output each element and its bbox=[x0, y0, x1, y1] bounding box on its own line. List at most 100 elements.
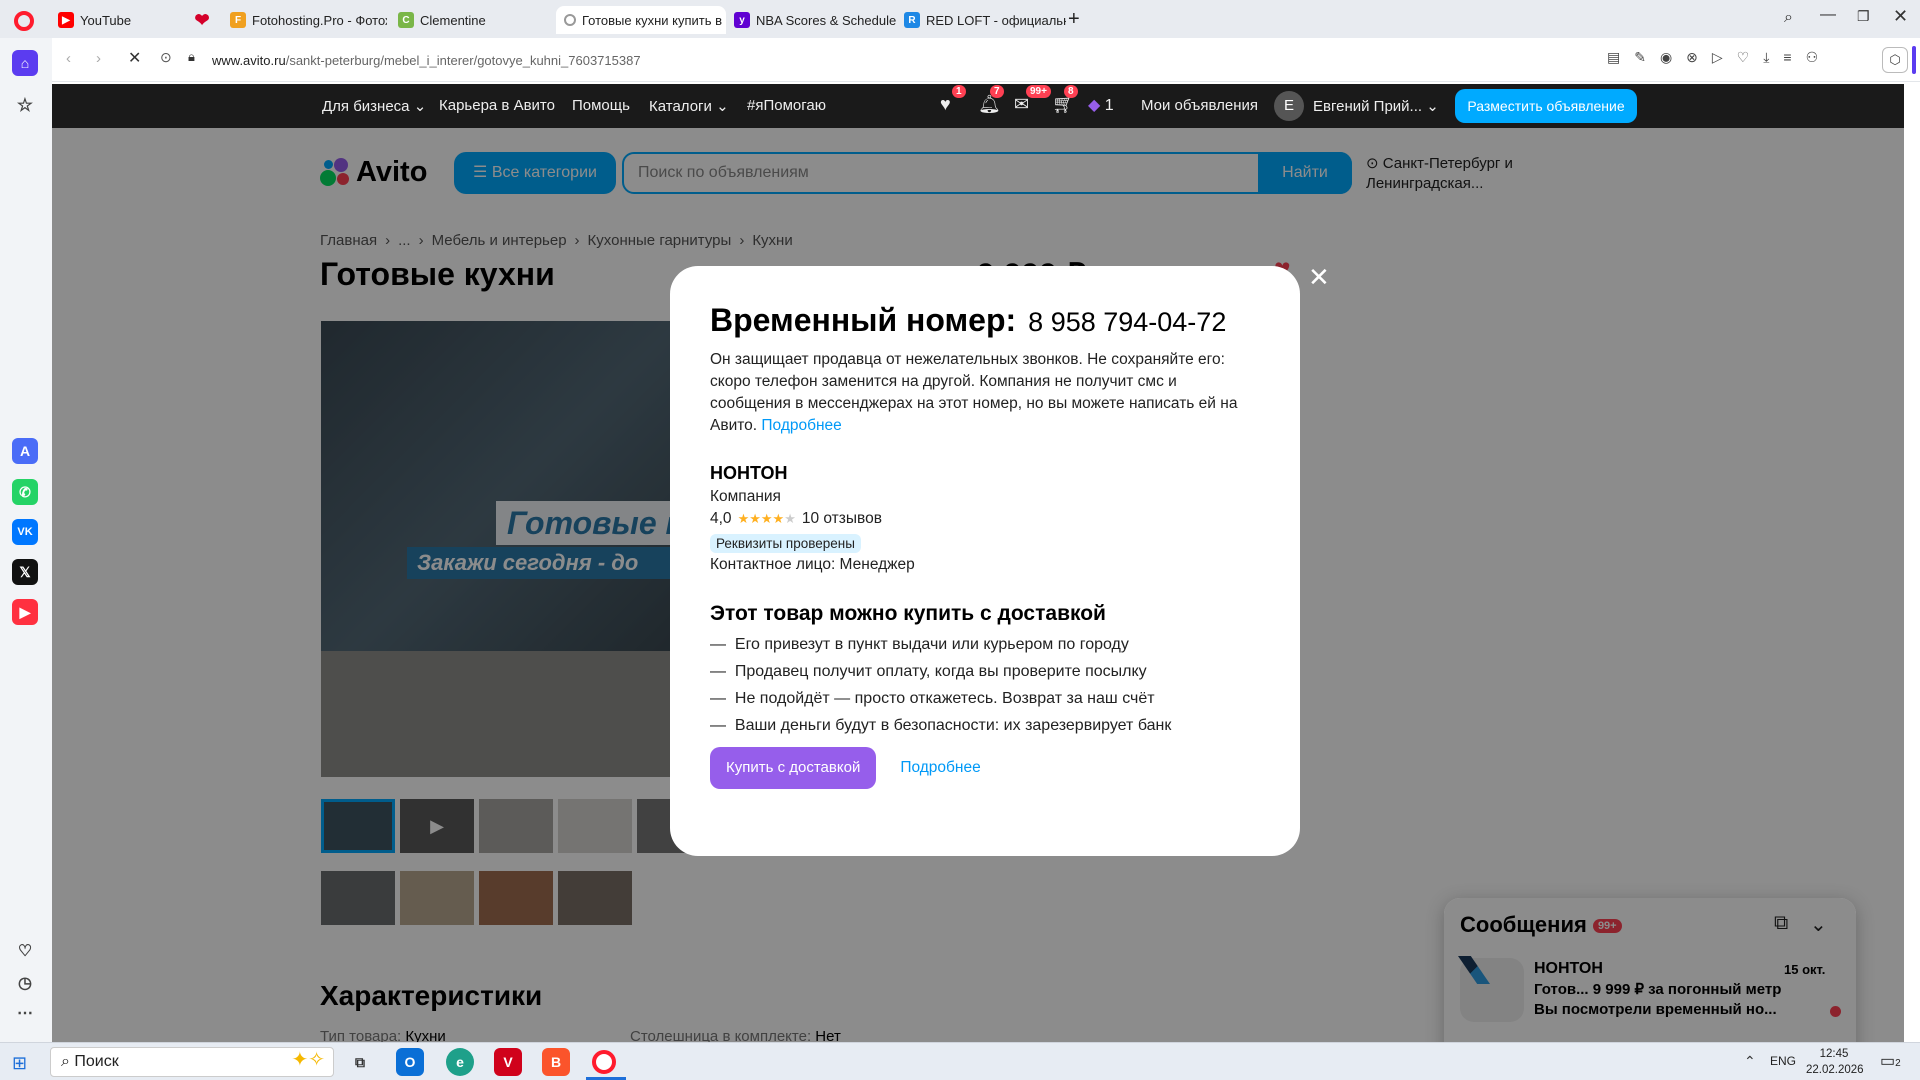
messages-icon[interactable]: ✉ 99+ bbox=[1014, 85, 1051, 115]
edge-icon[interactable]: e bbox=[446, 1048, 474, 1076]
nav-catalogs[interactable]: Каталоги ⌄ bbox=[649, 97, 729, 115]
tray-chevron-icon[interactable]: ⌃ bbox=[1744, 1053, 1756, 1070]
vk-icon[interactable]: VK bbox=[12, 519, 38, 545]
url-field[interactable]: www.avito.ru/sankt-peterburg/mebel_i_int… bbox=[212, 44, 1662, 76]
forward-arrow-icon[interactable]: › bbox=[96, 50, 101, 67]
brave-icon[interactable]: B bbox=[542, 1048, 570, 1076]
buy-with-delivery-button[interactable]: Купить с доставкой bbox=[710, 747, 877, 789]
seller-rating[interactable]: 4,0 ★★★★★ 10 отзывов bbox=[710, 510, 1260, 528]
delivery-more-button[interactable]: Подробнее bbox=[900, 759, 980, 777]
avatar[interactable]: Е bbox=[1274, 91, 1304, 121]
minimize-button[interactable]: — bbox=[1820, 6, 1836, 24]
seller-name[interactable]: НОНТОН bbox=[710, 463, 1260, 484]
promo-icon[interactable]: ◆ 1 bbox=[1088, 95, 1114, 115]
clock-time: 12:45 bbox=[1819, 1048, 1849, 1060]
contact-person: Контактное лицо: Менеджер bbox=[710, 556, 915, 573]
user-menu[interactable]: Евгений Прий... ⌄ bbox=[1313, 97, 1439, 115]
sparkle-icon: ✦✧ bbox=[291, 1049, 325, 1071]
close-modal-icon[interactable]: ✕ bbox=[1308, 262, 1330, 293]
aria-icon[interactable]: A bbox=[12, 438, 38, 464]
messages-dim bbox=[1444, 898, 1856, 1042]
clementine-icon: C bbox=[398, 12, 414, 28]
cart-icon[interactable]: 🛒︎ 8 bbox=[1052, 85, 1078, 115]
new-tab-button[interactable]: + bbox=[1068, 8, 1080, 31]
home-icon[interactable]: ⌂ bbox=[12, 50, 38, 76]
tab-redloft[interactable]: R RED LOFT - официальная bbox=[896, 6, 1066, 34]
tab-clementine[interactable]: C Clementine bbox=[390, 6, 555, 34]
messages-badge: 99+ bbox=[1026, 85, 1051, 98]
browser-sidebar: ⌂ ☆ A ✆ VK 𝕏 ▶ ♡ ◷ ⋯ bbox=[0, 38, 52, 1042]
more-info-link[interactable]: Подробнее bbox=[761, 417, 841, 434]
tab-nba[interactable]: y NBA Scores & Schedule, 2 bbox=[726, 6, 896, 34]
notifications-badge: 7 bbox=[990, 85, 1004, 98]
url-domain: www.avito.ru bbox=[212, 52, 286, 68]
rating-value: 4,0 bbox=[710, 510, 732, 527]
tab-pinned-heart[interactable]: ❤ bbox=[186, 6, 216, 34]
my-ads-link[interactable]: Мои объявления bbox=[1141, 97, 1258, 114]
tab-fotohosting[interactable]: F Fotohosting.Pro - Фотохо bbox=[222, 6, 387, 34]
url-path: /sankt-peterburg/mebel_i_interer/gotovye… bbox=[285, 52, 641, 68]
tab-title: YouTube bbox=[80, 12, 132, 28]
address-bar-tools[interactable]: ▤✎◉⊗▷♡⤓≡⚇ bbox=[1607, 49, 1832, 66]
temporary-number-modal: Временный номер: 8 958 794-04-72 Он защи… bbox=[670, 266, 1300, 856]
notification-center-icon[interactable]: ▭2 bbox=[1880, 1051, 1901, 1071]
clock[interactable]: 12:45 22.02.2026 bbox=[1806, 1046, 1864, 1078]
tab-avito-active[interactable]: Готовые кухни купить в С bbox=[556, 6, 726, 34]
notifications-bell-icon[interactable]: 🔔︎ 7 bbox=[978, 85, 1004, 115]
redloft-icon: R bbox=[904, 12, 920, 28]
taskbar-search[interactable]: ⌕ Поиск ✦✧ bbox=[50, 1047, 334, 1077]
temporary-phone[interactable]: 8 958 794-04-72 bbox=[1028, 307, 1226, 338]
vivaldi-icon[interactable]: V bbox=[494, 1048, 522, 1076]
heart-icon: ❤ bbox=[194, 9, 210, 30]
cart-badge: 8 bbox=[1064, 85, 1078, 98]
tab-title: NBA Scores & Schedule, 2 bbox=[756, 12, 896, 28]
nav-help-tag[interactable]: #яПомогаю bbox=[747, 97, 826, 114]
seller-type: Компания bbox=[710, 488, 781, 505]
favorites-heart-icon[interactable]: ♥ 1 bbox=[940, 85, 966, 115]
clock-date: 22.02.2026 bbox=[1806, 1064, 1864, 1076]
close-window-button[interactable]: ✕ bbox=[1893, 6, 1908, 27]
search-tabs-icon[interactable]: ⌕ bbox=[1784, 9, 1793, 27]
delivery-heading: Этот товар можно купить с доставкой bbox=[710, 602, 1106, 625]
bookmarks-star-icon[interactable]: ☆ bbox=[12, 92, 38, 118]
favorites-heart-icon[interactable]: ♡ bbox=[12, 938, 38, 964]
nav-help[interactable]: Помощь bbox=[572, 97, 630, 114]
delivery-item: — Его привезут в пункт выдачи или курьер… bbox=[710, 636, 1129, 653]
extensions-icon[interactable]: ⬡ bbox=[1882, 47, 1908, 73]
outlook-icon[interactable]: O bbox=[396, 1048, 424, 1076]
lock-icon[interactable]: 🔒︎ bbox=[188, 49, 195, 65]
history-clock-icon[interactable]: ◷ bbox=[12, 970, 38, 996]
location-pin-icon[interactable]: ⊙ bbox=[160, 49, 172, 66]
loading-icon bbox=[564, 14, 576, 26]
restore-button[interactable]: ❐ bbox=[1857, 8, 1870, 25]
tab-title: Готовые кухни купить в С bbox=[582, 12, 726, 28]
address-bar: ‹ › ✕ ⊙ 🔒︎ www.avito.ru/sankt-peterburg/… bbox=[52, 38, 1920, 82]
tab-title: Clementine bbox=[420, 12, 486, 28]
delivery-item: — Продавец получит оплату, когда вы пров… bbox=[710, 663, 1147, 680]
music-player-icon[interactable]: ▶ bbox=[12, 599, 38, 625]
delivery-item: — Ваши деньги будут в безопасности: их з… bbox=[710, 717, 1172, 734]
stop-loading-icon[interactable]: ✕ bbox=[128, 48, 141, 68]
language-indicator[interactable]: ENG bbox=[1770, 1054, 1796, 1068]
notification-count: 2 bbox=[1895, 1058, 1901, 1069]
back-arrow-icon[interactable]: ‹ bbox=[66, 50, 71, 67]
nav-career[interactable]: Карьера в Авито bbox=[439, 97, 555, 114]
post-ad-button[interactable]: Разместить объявление bbox=[1455, 89, 1637, 123]
tab-title: RED LOFT - официальная bbox=[926, 12, 1066, 28]
windows-start-icon[interactable]: ⊞ bbox=[12, 1053, 27, 1074]
whatsapp-icon[interactable]: ✆ bbox=[12, 479, 38, 505]
nav-business[interactable]: Для бизнеса ⌄ bbox=[322, 97, 426, 115]
tab-youtube[interactable]: ▶ YouTube bbox=[50, 6, 190, 34]
windows-taskbar: ⊞ ⌕ Поиск ✦✧ ⧉ O e V B ⌃ ENG 12:45 22.02… bbox=[0, 1042, 1920, 1080]
opera-taskbar-icon[interactable] bbox=[592, 1050, 616, 1074]
x-twitter-icon[interactable]: 𝕏 bbox=[12, 559, 38, 585]
more-options-icon[interactable]: ⋯ bbox=[12, 1000, 38, 1026]
opera-logo-icon[interactable] bbox=[14, 11, 34, 31]
modal-title: Временный номер: bbox=[710, 302, 1017, 338]
favorites-badge: 1 bbox=[952, 85, 966, 98]
yahoo-icon: y bbox=[734, 12, 750, 28]
youtube-icon: ▶ bbox=[58, 12, 74, 28]
avito-top-nav: Для бизнеса ⌄ Карьера в Авито Помощь Кат… bbox=[52, 84, 1904, 128]
task-view-icon[interactable]: ⧉ bbox=[346, 1048, 374, 1076]
sidebar-indicator bbox=[1912, 46, 1916, 74]
